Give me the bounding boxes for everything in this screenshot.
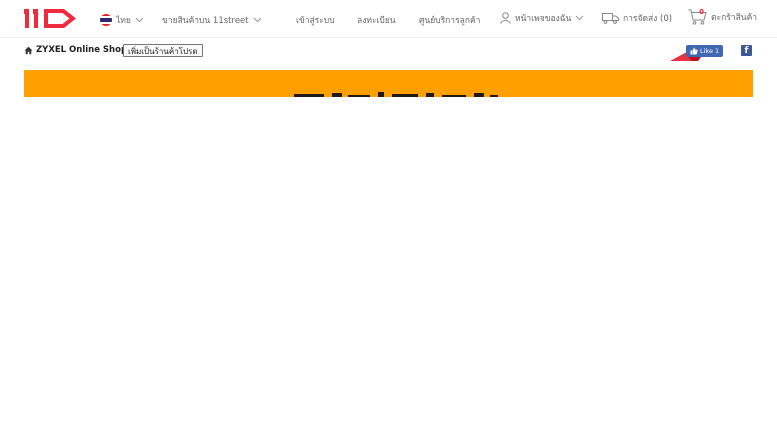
my-page-menu[interactable]: หน้าเพจของฉัน — [500, 11, 584, 25]
11street-logo[interactable] — [24, 6, 78, 30]
thumbs-up-icon — [690, 47, 698, 55]
facebook-icon[interactable]: f — [741, 45, 752, 56]
cart-icon: 0 — [688, 8, 707, 25]
facebook-like-button[interactable]: Like 1 — [686, 45, 724, 57]
language-selector[interactable]: ไทย — [100, 13, 144, 27]
top-navigation-bar: ไทย ขายสินค้าบน 11street เข้าสู่ระบบ ลงท… — [0, 0, 777, 38]
shipping-label: การจัดส่ง (0) — [623, 14, 673, 24]
chevron-down-icon — [253, 17, 261, 23]
home-icon — [24, 46, 33, 54]
language-label: ไทย — [116, 16, 131, 26]
shop-banner — [24, 70, 753, 97]
customer-service-link[interactable]: ศูนย์บริการลูกค้า — [419, 13, 480, 27]
cart-link[interactable]: 0 ตะกร้าสินค้า — [688, 8, 758, 25]
my-page-label: หน้าเพจของฉัน — [515, 14, 572, 24]
truck-icon — [602, 12, 619, 24]
chevron-down-icon — [575, 15, 584, 21]
thailand-flag-icon — [100, 14, 112, 26]
user-icon — [500, 12, 511, 24]
add-favorite-shop-button[interactable]: เพิ่มเป็นร้านค้าโปรด — [123, 44, 203, 57]
cart-label: ตะกร้าสินค้า — [711, 13, 758, 23]
sell-on-11street-label: ขายสินค้าบน 11street — [162, 16, 249, 26]
like-button-label: Like 1 — [700, 47, 720, 55]
banner-artwork — [294, 92, 498, 97]
cart-count-badge: 0 — [699, 8, 704, 16]
login-link[interactable]: เข้าสู่ระบบ — [296, 13, 335, 27]
shipping-link[interactable]: การจัดส่ง (0) — [602, 11, 672, 25]
chevron-down-icon — [135, 17, 144, 23]
register-link[interactable]: ลงทะเบียน — [357, 13, 396, 27]
shop-name-label: ZYXEL Online Shop — [36, 45, 128, 55]
customer-service-label: ศูนย์บริการลูกค้า — [419, 16, 481, 26]
login-label: เข้าสู่ระบบ — [296, 16, 335, 26]
shop-title[interactable]: ZYXEL Online Shop — [24, 45, 127, 55]
register-label: ลงทะเบียน — [357, 16, 396, 26]
sell-on-11street-menu[interactable]: ขายสินค้าบน 11street — [162, 13, 262, 27]
